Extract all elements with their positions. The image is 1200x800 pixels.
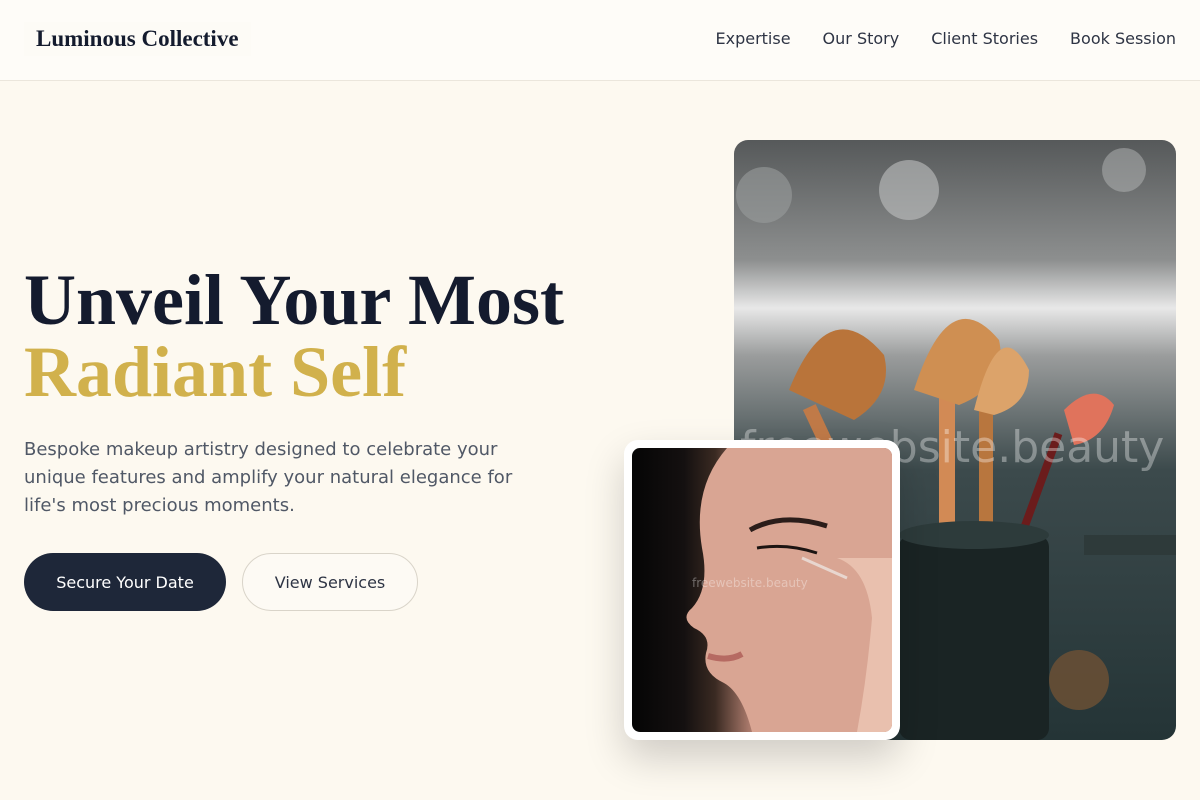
nav-item-expertise[interactable]: Expertise [715,29,790,48]
hero-title: Unveil Your Most Radiant Self [24,264,564,408]
watermark-text-small: freewebsite.beauty [692,576,808,590]
brand-logo[interactable]: Luminous Collective [24,22,251,56]
eyelash-application-photo: freewebsite.beauty [632,448,892,732]
eyelash-application-photo-frame: freewebsite.beauty [624,440,900,740]
secure-date-button[interactable]: Secure Your Date [24,553,226,611]
view-services-button[interactable]: View Services [242,553,418,611]
hero-title-line-1: Unveil Your Most [24,260,564,340]
face-profile-illustration [686,448,892,732]
main-nav: Expertise Our Story Client Stories Book … [715,29,1176,48]
nav-item-book-session[interactable]: Book Session [1070,29,1176,48]
nav-item-our-story[interactable]: Our Story [823,29,900,48]
hero-title-line-2: Radiant Self [24,332,407,412]
hero-subtitle: Bespoke makeup artistry designed to cele… [24,439,513,516]
nav-item-client-stories[interactable]: Client Stories [931,29,1038,48]
site-header: Luminous Collective Expertise Our Story … [0,0,1200,81]
